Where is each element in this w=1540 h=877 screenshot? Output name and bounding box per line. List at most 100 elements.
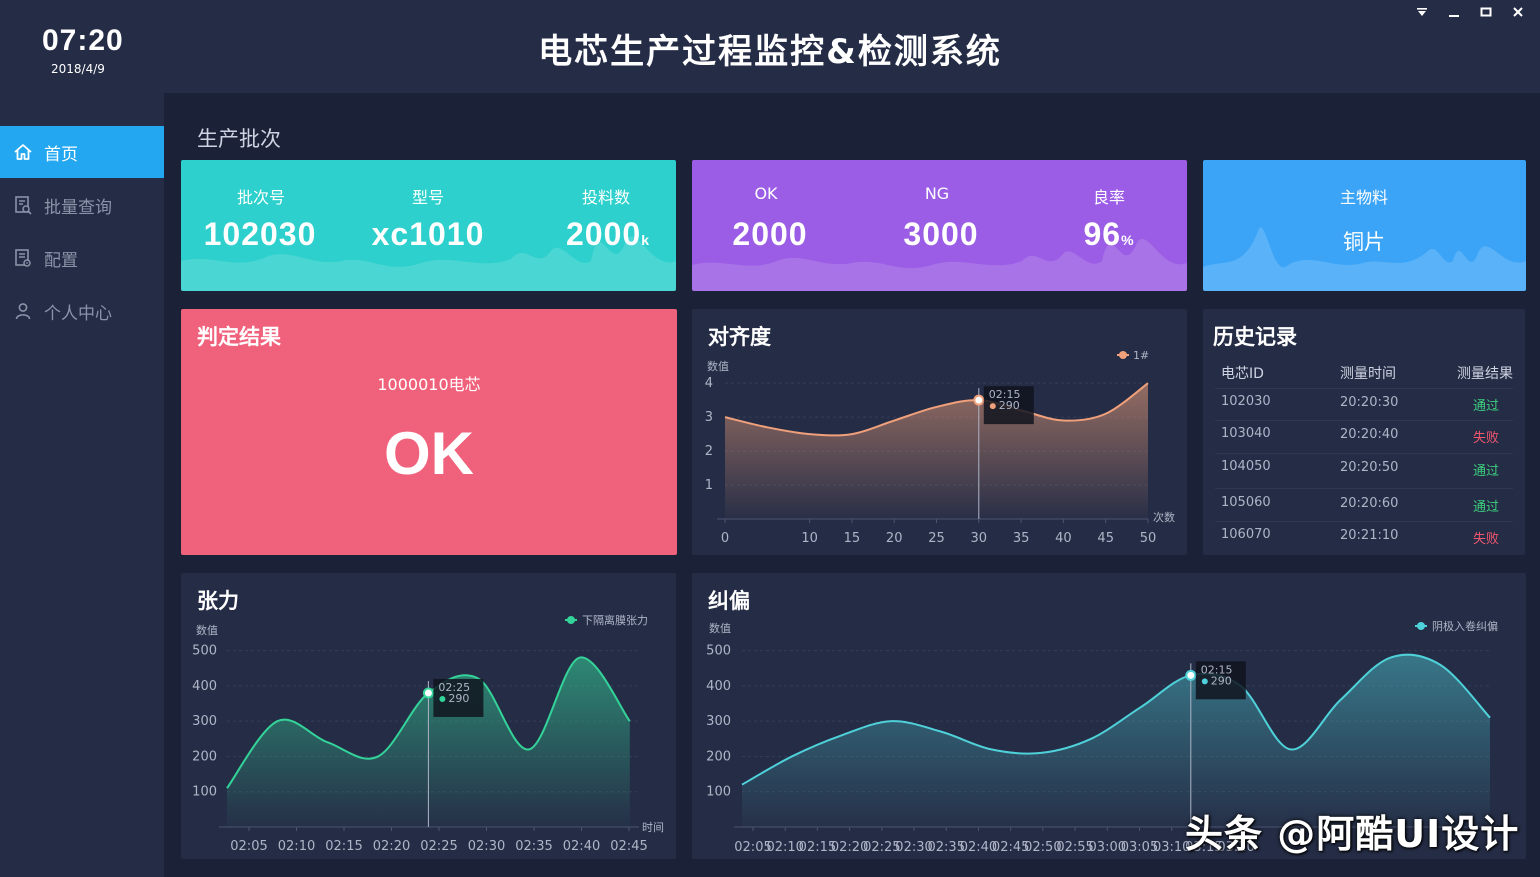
tension-chart: 数值 时间 100 200 300 400 500 02:05 02:10 02:15 02:2… (192, 613, 664, 854)
panel-title: 判定结果 (197, 325, 281, 349)
sidebar-item-home[interactable]: 首页 (0, 126, 164, 178)
cell-time: 20:20:50 (1340, 460, 1399, 475)
sidebar-item-batch-query[interactable]: 批量查询 (0, 179, 164, 231)
x-tick-label: 0 (721, 531, 729, 546)
legend-label: 1# (1133, 349, 1149, 362)
tension-panel: 张力 数值 时间 100 200 300 400 500 02:05 02:10 02:15 0… (181, 573, 676, 859)
y-axis-label: 数值 (707, 360, 729, 373)
alignment-panel: 对齐度 数值 次数 1 2 3 4 0 10 15 20 25 30 35 40 45 50 02:15 … (692, 309, 1187, 555)
x-tick-label: 02:35 (515, 839, 552, 854)
judgement-card: 判定结果 1000010电芯 OK (181, 309, 677, 555)
y-tick-label: 200 (192, 749, 217, 764)
cell-id: 104050 (1221, 459, 1271, 474)
y-tick-label: 300 (706, 714, 731, 729)
legend[interactable]: 阴极入卷纠偏 (1415, 619, 1498, 633)
batch-info-card: 批次号 102030 型号 xc1010 投料数 2000k (181, 160, 676, 291)
cell-id: 103040 (1221, 426, 1271, 441)
sidebar-item-profile[interactable]: 个人中心 (0, 285, 164, 337)
highlight-point[interactable] (1185, 669, 1197, 681)
y-tick-label: 300 (192, 714, 217, 729)
y-tick-label: 200 (706, 749, 731, 764)
tooltip: 02:15 290 (983, 386, 1034, 425)
y-tick-label: 400 (192, 679, 217, 694)
y-tick-label: 2 (705, 444, 713, 459)
cell-result: 通过 (1473, 464, 1500, 479)
x-tick-label: 02:30 (468, 839, 505, 854)
cell-result: 通过 (1473, 500, 1500, 515)
search-doc-icon (12, 194, 34, 216)
app-title: 电芯生产过程监控&检测系统 (538, 32, 1002, 72)
legend-marker (567, 616, 575, 624)
column-header: 测量时间 (1340, 366, 1396, 382)
legend-label: 阴极入卷纠偏 (1432, 619, 1498, 633)
series-area (742, 654, 1490, 827)
cell-result: 通过 (1473, 399, 1500, 414)
svg-text:290: 290 (448, 692, 469, 705)
close-icon[interactable] (1510, 6, 1526, 22)
cell-time: 20:20:30 (1340, 395, 1399, 410)
section-title: 生产批次 (197, 127, 281, 151)
x-tick-label: 20 (886, 531, 903, 546)
stat-value: 96% (1083, 216, 1135, 252)
window-controls (1414, 6, 1526, 22)
svg-text:290: 290 (999, 399, 1020, 412)
cell-id: 102030 (1221, 394, 1271, 409)
x-axis-label: 次数 (1153, 510, 1175, 524)
cell-time: 20:20:60 (1340, 496, 1399, 511)
highlight-point[interactable] (973, 394, 985, 406)
cell-time: 20:20:40 (1340, 427, 1399, 442)
cell-id: 106070 (1221, 527, 1271, 542)
sidebar-item-config[interactable]: 配置 (0, 232, 164, 284)
cell-id: 105060 (1221, 495, 1271, 510)
sidebar-item-label: 个人中心 (44, 303, 112, 324)
minimize-icon[interactable] (1446, 6, 1462, 22)
stat-value: 3000 (903, 216, 979, 252)
watermark: 头条 @阿酷UI设计 (1185, 812, 1520, 856)
home-icon (12, 141, 34, 163)
x-tick-label: 10 (801, 531, 818, 546)
cell-result: 失败 (1473, 532, 1500, 547)
maximize-icon[interactable] (1478, 6, 1494, 22)
y-axis-label: 数值 (709, 622, 731, 635)
x-tick-label: 02:05 (230, 839, 267, 854)
stat-label: 型号 (411, 188, 444, 207)
sidebar-item-label: 批量查询 (44, 197, 112, 218)
x-tick-label: 02:15 (325, 839, 362, 854)
highlight-point[interactable] (422, 687, 434, 699)
history-panel: 历史记录 电芯ID 测量时间 测量结果 102030 20:20:30 通过 1… (1203, 309, 1525, 555)
x-tick-label: 35 (1013, 531, 1030, 546)
tooltip: 02:15 290 (1195, 661, 1246, 700)
y-tick-label: 100 (192, 785, 217, 800)
y-tick-label: 400 (706, 679, 731, 694)
y-tick-label: 4 (705, 376, 713, 391)
stat-value: 2000 (732, 216, 808, 252)
x-tick-label: 02:45 (610, 839, 647, 854)
x-axis-label: 时间 (642, 821, 664, 834)
column-header: 电芯ID (1221, 366, 1264, 382)
legend-marker (1417, 622, 1425, 630)
legend[interactable]: 1# (1117, 349, 1149, 362)
y-tick-label: 3 (705, 410, 713, 425)
material-card: 主物料 铜片 (1203, 160, 1526, 291)
stat-value: xc1010 (371, 216, 485, 252)
material-value: 铜片 (1343, 230, 1385, 254)
config-doc-icon (12, 247, 34, 269)
dropdown-icon[interactable] (1414, 6, 1430, 22)
user-icon (12, 300, 34, 322)
x-tick-label: 15 (844, 531, 861, 546)
stat-value: 102030 (203, 216, 317, 252)
legend[interactable]: 下隔离膜张力 (565, 613, 648, 627)
stat-label: NG (924, 184, 950, 203)
y-axis-label: 数值 (196, 624, 218, 637)
sidebar-item-label: 配置 (44, 250, 78, 271)
x-tick-label: 02:40 (563, 839, 600, 854)
stat-label: OK (754, 184, 778, 203)
svg-text:290: 290 (1211, 674, 1232, 687)
y-tick-label: 500 (706, 644, 731, 659)
judgement-result: OK (384, 420, 474, 487)
x-tick-label: 02:20 (373, 839, 410, 854)
x-tick-label: 25 (928, 531, 945, 546)
panel-title: 历史记录 (1213, 325, 1297, 349)
y-tick-label: 100 (706, 785, 731, 800)
x-tick-label: 45 (1097, 531, 1114, 546)
